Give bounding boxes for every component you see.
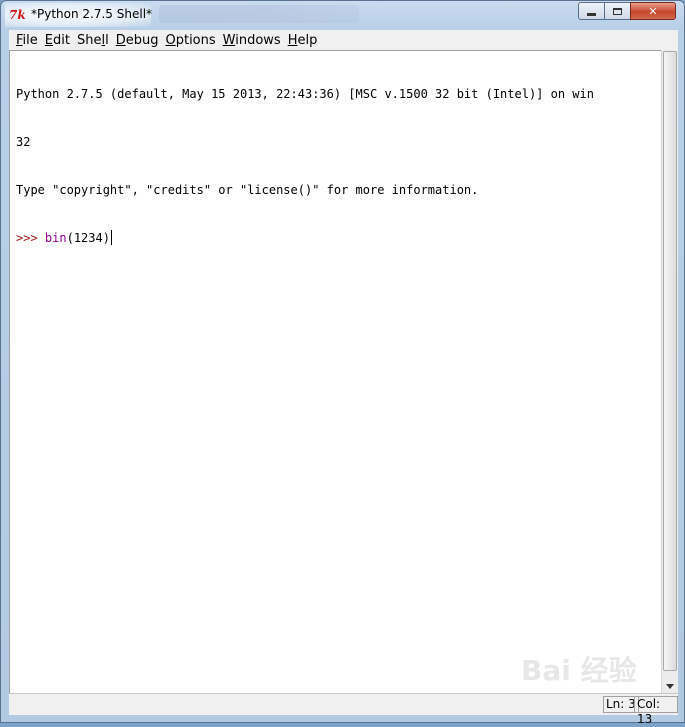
input-args: (1234) [66,231,110,245]
background-window-tab [159,5,359,23]
status-bar: Ln: 3 Col: 13 [9,693,678,726]
idle-shell-window: 7k *Python 2.7.5 Shell* ✕ File Edit Shel… [0,0,685,726]
menu-windows[interactable]: Windows [216,33,281,48]
minimize-icon [587,12,596,16]
shell-prompt: >>> [16,231,45,245]
menu-bar: File Edit Shell Debug Options Windows He… [9,30,678,50]
menu-debug[interactable]: Debug [109,33,159,48]
menu-file[interactable]: File [9,33,38,48]
minimize-button[interactable] [578,2,605,20]
menu-edit[interactable]: Edit [38,33,70,48]
maximize-button[interactable] [604,2,631,20]
banner-line-3: Type "copyright", "credits" or "license(… [16,183,479,197]
close-icon: ✕ [648,4,658,18]
scroll-down-arrow-icon[interactable] [666,684,674,689]
menu-shell[interactable]: Shell [70,33,109,48]
input-line[interactable]: >>> bin(1234) [16,230,661,246]
close-button[interactable]: ✕ [630,2,676,20]
text-cursor [110,230,112,245]
status-column-number: Col: 13 [634,696,678,726]
maximize-icon [613,7,622,15]
vertical-scrollbar[interactable] [661,50,678,693]
shell-text-area[interactable]: Python 2.7.5 (default, May 15 2013, 22:4… [9,50,661,693]
window-title: *Python 2.7.5 Shell* [31,7,153,21]
menu-options[interactable]: Options [158,33,215,48]
banner-line-1: Python 2.7.5 (default, May 15 2013, 22:4… [16,87,594,101]
menu-help[interactable]: Help [281,33,318,48]
tk-feather-icon: 7k [9,8,26,22]
banner-line-2: 32 [16,135,31,149]
title-bar[interactable]: 7k *Python 2.7.5 Shell* ✕ [1,1,684,29]
scrollbar-thumb[interactable] [663,51,677,671]
input-builtin: bin [44,231,67,245]
